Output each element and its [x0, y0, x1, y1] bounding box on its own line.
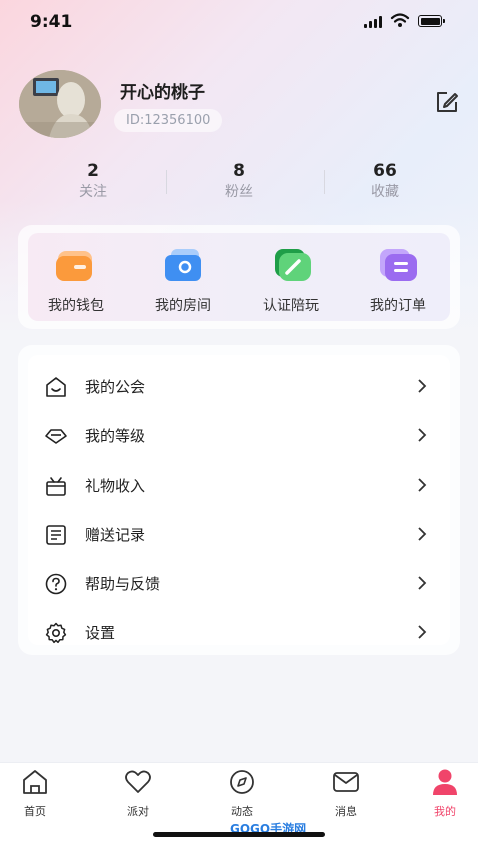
- quick-action-label: 我的房间: [155, 298, 211, 314]
- tab-label: 首页: [24, 805, 46, 818]
- level-icon: [45, 429, 67, 444]
- help-icon: [45, 573, 67, 595]
- tab-label: 派对: [127, 805, 149, 818]
- menu-item-label: 我的等级: [85, 427, 146, 445]
- heart-icon: [125, 770, 151, 793]
- stats-row: 2 关注 8 粉丝 66 收藏: [18, 160, 460, 204]
- menu-item-settings[interactable]: 设置: [28, 612, 450, 652]
- quick-action-order[interactable]: 我的订单: [348, 247, 448, 315]
- stat-value: 8: [233, 161, 245, 181]
- certify-icon: [275, 249, 311, 281]
- tab-party[interactable]: 派对: [103, 767, 173, 819]
- wallet-icon: [56, 251, 92, 281]
- tab-home[interactable]: 首页: [0, 767, 70, 819]
- menu-item-label: 礼物收入: [85, 477, 146, 495]
- profile-icon: [433, 769, 457, 795]
- mail-icon: [333, 772, 359, 792]
- tab-label: 我的: [434, 805, 456, 818]
- tab-label: 动态: [231, 805, 253, 818]
- tab-messages[interactable]: 消息: [311, 767, 381, 819]
- quick-action-label: 我的钱包: [48, 298, 104, 314]
- wifi-icon: [390, 13, 410, 27]
- order-icon: [380, 249, 417, 281]
- tab-moments[interactable]: 动态: [207, 767, 277, 819]
- status-time: 9:41: [30, 12, 73, 32]
- chevron-right-icon: [418, 576, 427, 590]
- menu-item-guild[interactable]: 我的公会: [28, 366, 450, 406]
- tab-mine[interactable]: 我的: [410, 767, 478, 819]
- menu-item-label: 赠送记录: [85, 526, 146, 544]
- battery-icon: [418, 15, 445, 27]
- record-icon: [46, 525, 66, 545]
- menu-item-help-feedback[interactable]: 帮助与反馈: [28, 563, 450, 603]
- stat-favorites[interactable]: 66 收藏: [310, 160, 460, 202]
- signal-icon: [364, 16, 382, 28]
- room-icon: [165, 249, 201, 281]
- chevron-right-icon: [418, 478, 427, 492]
- menu-item-label: 我的公会: [85, 378, 146, 396]
- menu-card: 我的公会 我的等级 礼物收入 赠送记录 帮助与反馈 设置: [18, 345, 460, 655]
- quick-actions-panel: 我的钱包 我的房间 认证陪玩 我的订单: [28, 233, 450, 321]
- menu-list: 我的公会 我的等级 礼物收入 赠送记录 帮助与反馈 设置: [28, 355, 450, 645]
- edit-profile-icon[interactable]: [434, 89, 460, 115]
- menu-item-label: 设置: [85, 624, 116, 642]
- quick-action-room[interactable]: 我的房间: [133, 247, 233, 315]
- settings-icon: [45, 622, 67, 644]
- stat-value: 66: [373, 161, 397, 181]
- stat-value: 2: [87, 161, 99, 181]
- menu-item-gift-income[interactable]: 礼物收入: [28, 465, 450, 505]
- status-bar: 9:41: [0, 0, 478, 44]
- avatar[interactable]: [19, 70, 101, 138]
- menu-item-level[interactable]: 我的等级: [28, 415, 450, 455]
- username: 开心的桃子: [120, 83, 205, 103]
- gift-icon: [46, 477, 66, 496]
- stat-fans[interactable]: 8 粉丝: [164, 160, 314, 202]
- home-indicator: [153, 832, 325, 837]
- stat-label: 关注: [79, 184, 107, 200]
- chevron-right-icon: [418, 379, 427, 393]
- tab-label: 消息: [335, 805, 357, 818]
- chevron-right-icon: [418, 428, 427, 442]
- home-icon: [23, 770, 47, 794]
- stat-label: 粉丝: [225, 184, 253, 200]
- quick-action-certify[interactable]: 认证陪玩: [241, 247, 341, 315]
- stat-following[interactable]: 2 关注: [18, 160, 168, 202]
- guild-icon: [46, 377, 66, 397]
- menu-item-send-record[interactable]: 赠送记录: [28, 514, 450, 554]
- quick-actions-card: 我的钱包 我的房间 认证陪玩 我的订单: [18, 225, 460, 329]
- chevron-right-icon: [418, 527, 427, 541]
- menu-item-label: 帮助与反馈: [85, 575, 161, 593]
- user-id-badge: ID:12356100: [114, 109, 223, 132]
- quick-action-label: 认证陪玩: [263, 298, 319, 314]
- chevron-right-icon: [418, 625, 427, 639]
- stat-label: 收藏: [371, 184, 399, 200]
- compass-icon: [230, 770, 254, 794]
- quick-action-wallet[interactable]: 我的钱包: [26, 247, 126, 315]
- quick-action-label: 我的订单: [370, 298, 426, 314]
